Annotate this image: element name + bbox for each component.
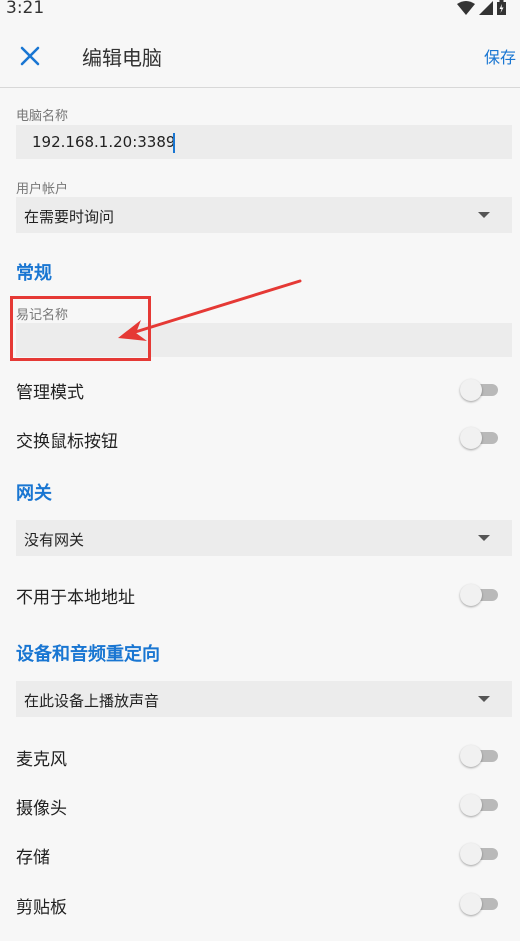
audio-value: 在此设备上播放声音 xyxy=(24,692,160,710)
toggle-thumb xyxy=(460,379,482,401)
user-account-value: 在需要时询问 xyxy=(24,208,115,226)
computer-name-value: 192.168.1.20:3389 xyxy=(32,133,176,151)
dropdown-arrow-icon xyxy=(478,535,490,541)
toggle-thumb xyxy=(460,893,482,915)
close-icon xyxy=(20,46,40,66)
status-bar: 3:21 xyxy=(0,0,520,22)
audio-select[interactable]: 在此设备上播放声音 xyxy=(16,681,512,717)
swap-mouse-toggle[interactable] xyxy=(460,427,500,449)
computer-name-input[interactable]: 192.168.1.20:3389 xyxy=(16,125,512,159)
signal-icon xyxy=(479,0,493,15)
annotation-highlight-box xyxy=(10,296,151,361)
storage-label: 存储 xyxy=(16,848,50,868)
admin-mode-label: 管理模式 xyxy=(16,383,84,403)
wifi-icon xyxy=(457,0,475,15)
close-button[interactable] xyxy=(14,40,46,72)
toggle-thumb xyxy=(460,794,482,816)
redirection-section-title: 设备和音频重定向 xyxy=(16,644,160,665)
gateway-select[interactable]: 没有网关 xyxy=(16,520,512,556)
toggle-thumb xyxy=(460,745,482,767)
status-time: 3:21 xyxy=(6,0,45,18)
battery-icon xyxy=(497,0,506,15)
user-account-select[interactable]: 在需要时询问 xyxy=(16,197,512,233)
microphone-label: 麦克风 xyxy=(16,750,67,770)
text-cursor xyxy=(173,133,175,153)
save-button[interactable]: 保存 xyxy=(484,44,516,68)
swap-mouse-label: 交换鼠标按钮 xyxy=(16,432,118,452)
dropdown-arrow-icon xyxy=(478,696,490,702)
clipboard-label: 剪贴板 xyxy=(16,898,67,918)
user-account-label: 用户帐户 xyxy=(16,182,69,197)
toggle-thumb xyxy=(460,584,482,606)
gateway-section-title: 网关 xyxy=(16,483,52,504)
storage-toggle[interactable] xyxy=(460,843,500,865)
app-bar: 编辑电脑 保存 xyxy=(0,22,520,88)
dropdown-arrow-icon xyxy=(478,212,490,218)
admin-mode-toggle[interactable] xyxy=(460,379,500,401)
camera-label: 摄像头 xyxy=(16,799,67,819)
general-section-title: 常规 xyxy=(16,263,52,284)
toggle-thumb xyxy=(460,427,482,449)
page-title: 编辑电脑 xyxy=(82,46,162,70)
bypass-local-label: 不用于本地地址 xyxy=(16,588,135,608)
computer-name-label: 电脑名称 xyxy=(16,109,69,124)
gateway-value: 没有网关 xyxy=(24,531,85,549)
toggle-thumb xyxy=(460,843,482,865)
microphone-toggle[interactable] xyxy=(460,745,500,767)
clipboard-toggle[interactable] xyxy=(460,893,500,915)
bypass-local-toggle[interactable] xyxy=(460,584,500,606)
camera-toggle[interactable] xyxy=(460,794,500,816)
status-icons xyxy=(457,0,506,15)
